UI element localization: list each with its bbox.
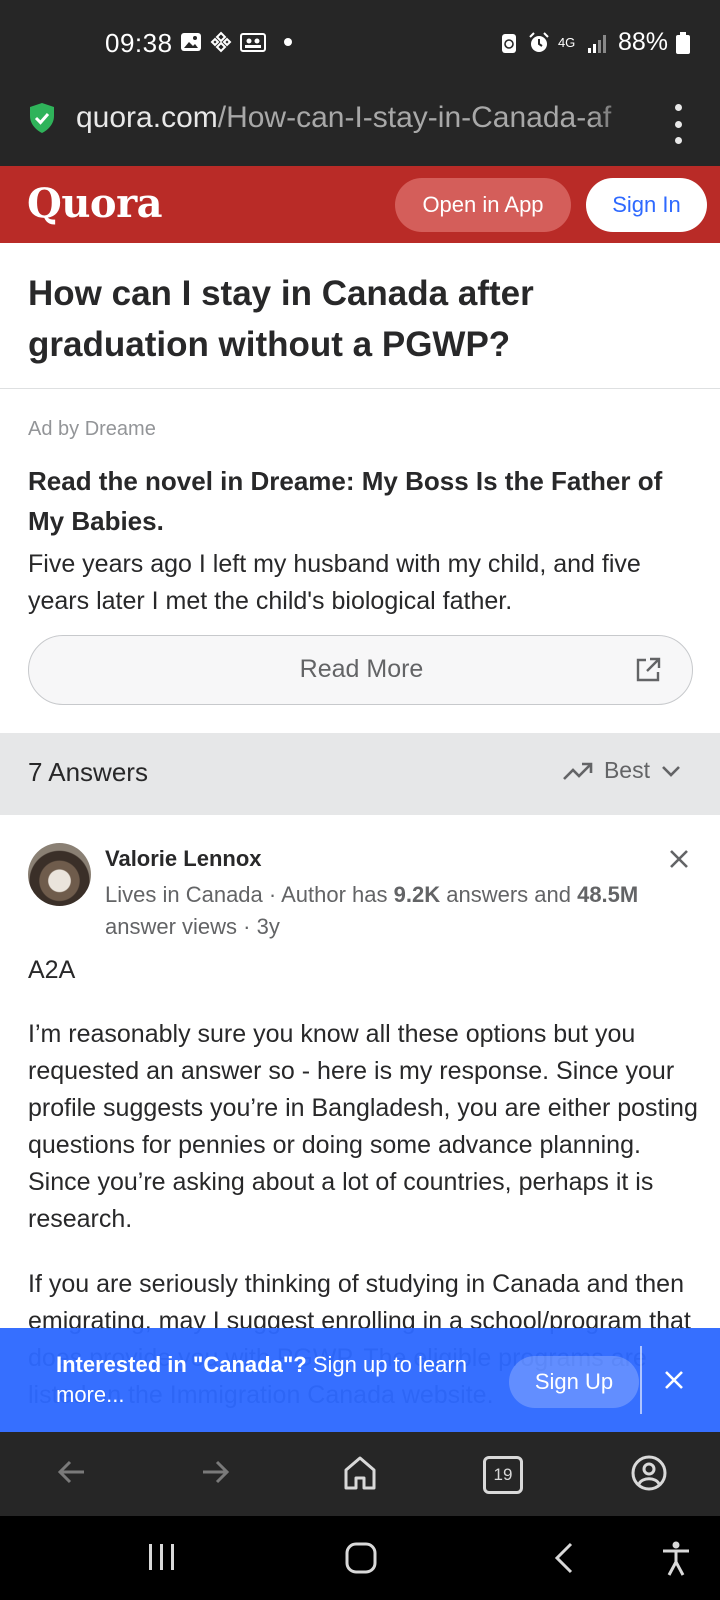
ad-body[interactable]: Five years ago I left my husband with my…: [28, 546, 698, 620]
home-nav-icon[interactable]: [343, 1540, 379, 1576]
back-arrow-icon[interactable]: [54, 1454, 90, 1490]
banner-separator: [640, 1346, 642, 1414]
question-title[interactable]: How can I stay in Canada after graduatio…: [28, 268, 688, 370]
back-nav-icon[interactable]: [549, 1540, 579, 1576]
url-path: /How-can-I-stay-in-Canada-af: [217, 101, 612, 134]
quora-logo[interactable]: Quora: [27, 180, 163, 227]
battery-percent: 88%: [617, 28, 668, 56]
url-fade: [590, 98, 650, 144]
close-icon[interactable]: [664, 1370, 684, 1390]
quora-header: Quora Open in App Sign In: [0, 166, 720, 243]
divider: [0, 388, 720, 389]
banner-sign-up-button[interactable]: Sign Up: [509, 1356, 639, 1408]
answer-a2a: A2A: [28, 956, 76, 984]
signup-banner: Interested in "Canada"? Sign up to learn…: [0, 1328, 720, 1432]
browser-url-bar[interactable]: quora.com/How-can-I-stay-in-Canada-af: [0, 88, 720, 166]
battery-saver-icon: [501, 33, 516, 53]
answer-paragraph: I’m reasonably sure you know all these o…: [28, 1020, 698, 1233]
author-credentials: Lives in Canada · Author has 9.2K answer…: [105, 882, 639, 939]
battery-icon: [676, 31, 690, 54]
secure-shield-icon[interactable]: [28, 102, 56, 134]
forward-arrow-icon[interactable]: [197, 1454, 233, 1490]
more-notifications-dot: [284, 38, 292, 46]
author-name[interactable]: Valorie Lennox: [105, 846, 262, 872]
answers-header: 7 Answers Best: [0, 733, 720, 815]
notification-icons: [180, 31, 292, 53]
network-type-icon: 4G: [557, 34, 576, 50]
signal-icon: [587, 34, 606, 53]
sort-label: Best: [603, 757, 650, 783]
ad-label: Ad by Dreame: [28, 418, 156, 440]
chevron-down-icon: [662, 765, 680, 777]
sign-in-button[interactable]: Sign In: [586, 178, 707, 232]
browser-menu-icon[interactable]: [668, 104, 688, 144]
system-icons: 4G 88%: [498, 28, 690, 57]
status-bar: 09:38 4G 88%: [0, 0, 720, 88]
recent-apps-icon[interactable]: [145, 1540, 179, 1574]
status-time: 09:38: [105, 28, 173, 58]
gallery-icon: [181, 33, 201, 51]
author-avatar[interactable]: [28, 843, 91, 906]
alarm-icon: [529, 31, 549, 52]
read-more-label: Read More: [299, 655, 424, 683]
teams-icon: [240, 33, 266, 52]
sort-dropdown[interactable]: Best: [562, 757, 682, 784]
close-icon[interactable]: [668, 848, 690, 870]
accessibility-icon[interactable]: [660, 1540, 692, 1578]
open-in-app-button[interactable]: Open in App: [395, 178, 571, 232]
answers-count: 7 Answers: [28, 757, 148, 787]
browser-toolbar: 19: [0, 1432, 720, 1516]
external-link-icon: [636, 657, 661, 682]
ad-title[interactable]: Read the novel in Dreame: My Boss Is the…: [28, 461, 698, 541]
banner-text: Interested in "Canada"? Sign up to learn…: [56, 1352, 467, 1407]
url-text[interactable]: quora.com/How-can-I-stay-in-Canada-af: [76, 101, 641, 135]
binance-icon: [210, 31, 232, 53]
account-icon[interactable]: [630, 1454, 668, 1492]
tabs-button[interactable]: 19: [483, 1456, 523, 1494]
read-more-button[interactable]: Read More: [28, 635, 693, 705]
trending-icon: [563, 762, 593, 780]
home-icon[interactable]: [342, 1454, 378, 1492]
system-nav-bar: [0, 1516, 720, 1600]
url-domain: quora.com: [76, 101, 218, 134]
